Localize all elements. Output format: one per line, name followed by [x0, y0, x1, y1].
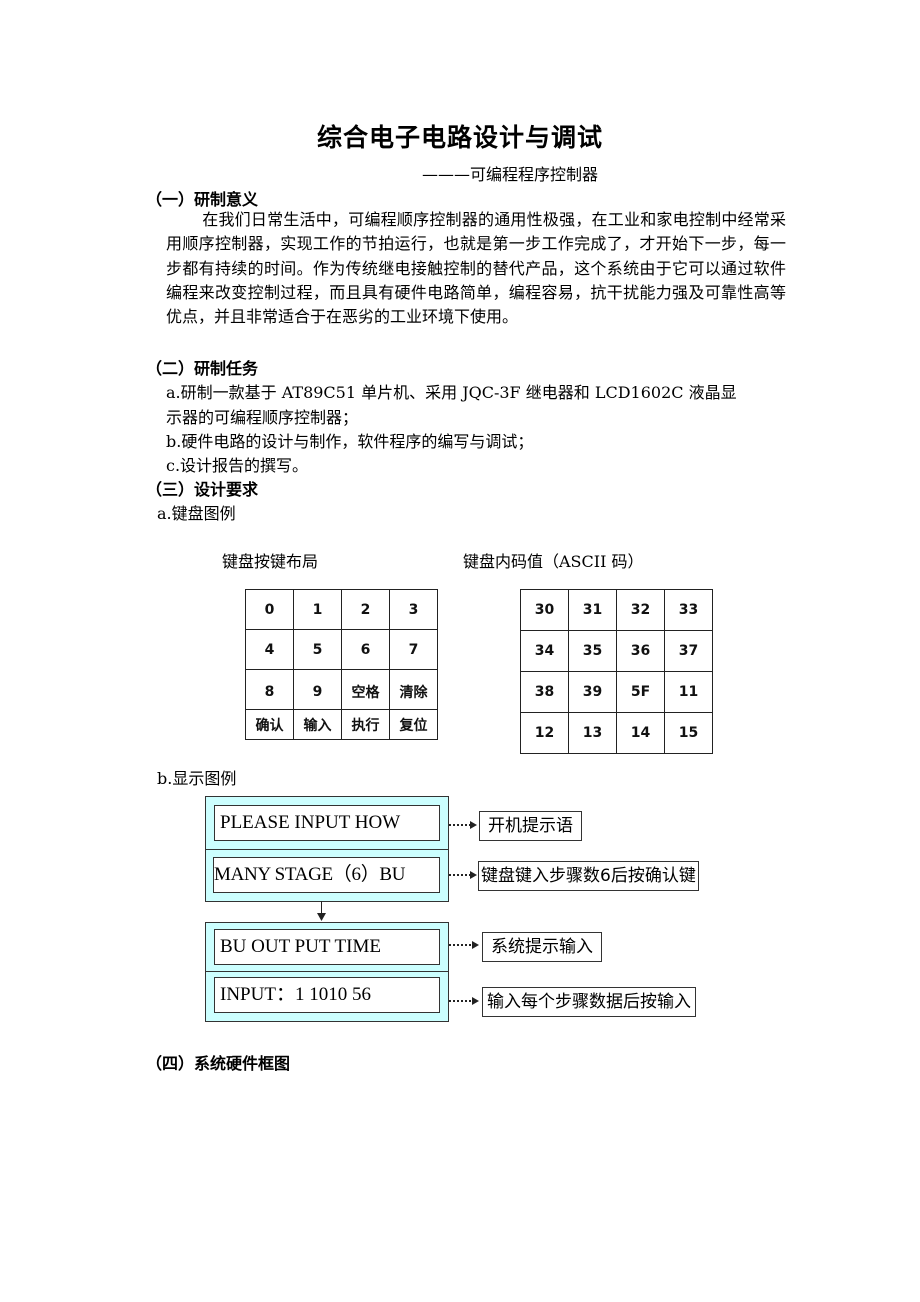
section-1-heading: （一）研制意义: [146, 190, 259, 209]
task-item-b: b.硬件电路的设计与制作，软件程序的编写与调试；: [166, 432, 534, 451]
dotted-arrow-icon: [449, 821, 477, 829]
keypad-cell: 确认: [245, 709, 294, 740]
lcd-row: INPUT：1 1010 56: [206, 971, 448, 1021]
keypad-cell: 1: [293, 589, 342, 630]
document-subtitle: ———可编程程序控制器: [422, 165, 599, 184]
ascii-caption: 键盘内码值（ASCII 码）: [463, 552, 644, 571]
lcd-row: PLEASE INPUT HOW: [206, 797, 448, 850]
ascii-cell: 11: [664, 671, 713, 713]
keypad-cell: 4: [245, 629, 294, 670]
document-title: 综合电子电路设计与调试: [316, 123, 603, 152]
dotted-arrow-icon: [449, 941, 479, 949]
keypad-cell: 0: [245, 589, 294, 630]
keypad-layout-table: 0 1 2 3 4 5 6 7 8 9 空格 清除 确认 输入 执行 复位: [245, 589, 438, 740]
keypad-cell: 清除: [389, 669, 438, 710]
keypad-cell: 9: [293, 669, 342, 710]
ascii-cell: 39: [568, 671, 617, 713]
ascii-cell: 15: [664, 712, 713, 754]
keypad-cell: 5: [293, 629, 342, 670]
lcd-line-2: MANY STAGE（6）BU: [213, 857, 440, 893]
keypad-cell: 复位: [389, 709, 438, 740]
ascii-cell: 13: [568, 712, 617, 754]
down-arrow-icon: [317, 913, 326, 921]
lcd-line-1: PLEASE INPUT HOW: [214, 805, 440, 841]
keypad-cell: 3: [389, 589, 438, 630]
section-1-paragraph-text: 在我们日常生活中，可编程顺序控制器的通用性极强，在工业和家电控制中经常采用顺序控…: [166, 210, 786, 327]
keypad-cell: 2: [341, 589, 390, 630]
keypad-cell: 7: [389, 629, 438, 670]
lcd-screen-1: PLEASE INPUT HOW MANY STAGE（6）BU: [205, 796, 449, 902]
ascii-cell: 37: [664, 630, 713, 672]
note-system-prompt: 系统提示输入: [482, 932, 602, 962]
ascii-cell: 12: [520, 712, 569, 754]
section-1-paragraph: 在我们日常生活中，可编程顺序控制器的通用性极强，在工业和家电控制中经常采用顺序控…: [166, 208, 786, 329]
ascii-cell: 5F: [616, 671, 665, 713]
task-item-c: c.设计报告的撰写。: [166, 456, 309, 475]
display-example-label: b.显示图例: [157, 769, 237, 788]
lcd-row: BU OUT PUT TIME: [206, 923, 448, 972]
ascii-cell: 32: [616, 589, 665, 631]
keypad-cell: 6: [341, 629, 390, 670]
ascii-cell: 36: [616, 630, 665, 672]
ascii-cell: 35: [568, 630, 617, 672]
lcd-line-2: INPUT：1 1010 56: [214, 977, 440, 1013]
ascii-cell: 34: [520, 630, 569, 672]
ascii-code-table: 30 31 32 33 34 35 36 37 38 39 5F 11 12 1…: [520, 589, 713, 754]
keypad-cell: 空格: [341, 669, 390, 710]
ascii-cell: 14: [616, 712, 665, 754]
ascii-cell: 30: [520, 589, 569, 631]
note-enter-step-data: 输入每个步骤数据后按输入: [482, 987, 696, 1017]
lcd-row: MANY STAGE（6）BU: [206, 849, 448, 901]
section-3-heading: （三）设计要求: [146, 480, 259, 499]
task-item-a-cont: 示器的可编程顺序控制器；: [166, 408, 359, 427]
note-boot-prompt: 开机提示语: [479, 811, 582, 841]
dotted-arrow-icon: [449, 871, 477, 879]
dotted-arrow-icon: [449, 997, 479, 1005]
task-item-a: a.研制一款基于 AT89C51 单片机、采用 JQC-3F 继电器和 LCD1…: [166, 383, 737, 402]
keypad-cell: 执行: [341, 709, 390, 740]
lcd-line-1: BU OUT PUT TIME: [214, 929, 440, 965]
keyboard-example-label: a.键盘图例: [157, 504, 236, 523]
keypad-cell: 8: [245, 669, 294, 710]
ascii-cell: 33: [664, 589, 713, 631]
ascii-cell: 38: [520, 671, 569, 713]
ascii-cell: 31: [568, 589, 617, 631]
section-4-heading: （四）系统硬件框图: [146, 1054, 291, 1073]
note-enter-steps: 键盘键入步骤数6后按确认键: [478, 861, 699, 891]
lcd-screen-2: BU OUT PUT TIME INPUT：1 1010 56: [205, 922, 449, 1022]
keypad-cell: 输入: [293, 709, 342, 740]
keypad-caption: 键盘按键布局: [222, 552, 319, 571]
section-2-heading: （二）研制任务: [146, 359, 259, 378]
